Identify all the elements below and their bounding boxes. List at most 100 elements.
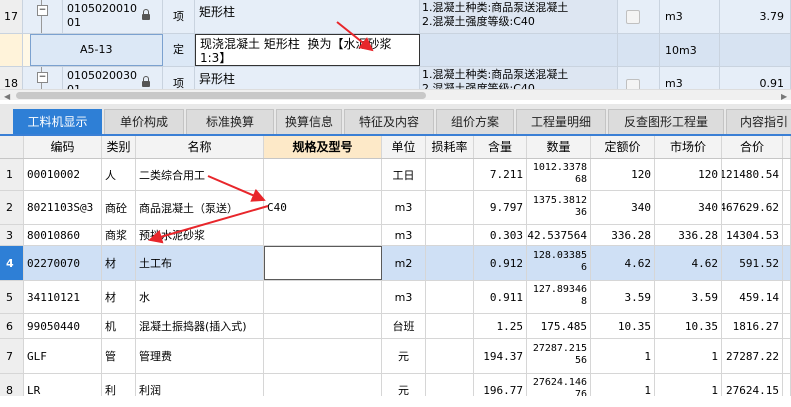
name-cell[interactable]: 混凝土振捣器(插入式) [136,314,264,338]
quantity-cell[interactable]: 27624.146 76 [527,374,591,396]
content-cell[interactable]: 0.303 [474,225,527,245]
header-total[interactable]: 合价 [722,136,783,158]
content-cell[interactable]: 194.37 [474,339,527,373]
collapse-icon[interactable]: − [37,5,48,16]
header-category[interactable]: 类别 [102,136,136,158]
market-price-cell[interactable]: 1 [655,339,722,373]
market-price-cell[interactable]: 340 [655,191,722,224]
quota-price-cell[interactable]: 120 [591,159,655,190]
name-cell[interactable]: 利润 [136,374,264,396]
unit-cell[interactable]: 工日 [382,159,426,190]
content-cell[interactable]: 7.211 [474,159,527,190]
quota-price-cell[interactable]: 340 [591,191,655,224]
total-cell[interactable]: 467629.62 [722,191,783,224]
name-cell[interactable]: 二类综合用工 [136,159,264,190]
market-price-cell[interactable]: 120 [655,159,722,190]
code-cell[interactable]: 00010002 [24,159,102,190]
code-cell[interactable]: 80010860 [24,225,102,245]
unit-cell[interactable]: m2 [382,246,426,280]
resource-row[interactable]: 4 02270070 材土工布 m2 0.912 128.03385 6 4.62 4.62 5… [0,246,791,281]
quantity-cell[interactable]: 127.89346 8 [527,281,591,313]
total-cell[interactable]: 1816.27 [722,314,783,338]
code-cell[interactable]: LR [24,374,102,396]
content-cell[interactable]: 196.77 [474,374,527,396]
scroll-right-icon[interactable]: ▶ [781,92,787,100]
item-row-17[interactable]: 17 − 0105020010 01 项 矩形柱 1.混凝土种类:商品泵送混凝土… [0,0,791,34]
quota-price-cell[interactable]: 1 [591,339,655,373]
quota-row[interactable]: A5-13 定 现浇混凝土 矩形柱 换为【水泥砂浆 1:3】 10m3 [0,34,791,67]
tree-toggle[interactable]: − [23,0,63,33]
total-cell[interactable]: 459.14 [722,281,783,313]
loss-rate-cell[interactable] [426,191,474,224]
category-cell[interactable]: 管 [102,339,136,373]
quota-price-cell[interactable]: 1 [591,374,655,396]
tab-labor-material-machine[interactable]: 工料机显示 [13,109,102,134]
spec-cell[interactable] [264,246,382,280]
market-price-cell[interactable]: 3.59 [655,281,722,313]
resource-row[interactable]: 3 80010860 商浆 预拌水泥砂浆 m3 0.303 42.537564 336.28 3… [0,225,791,246]
header-spec[interactable]: 规格及型号 [264,136,382,158]
unit-cell[interactable]: m3 [382,191,426,224]
market-price-cell[interactable]: 10.35 [655,314,722,338]
spec-cell[interactable] [264,225,382,245]
tab-conversion-info[interactable]: 换算信息 [276,109,342,134]
unit-cell[interactable]: 元 [382,374,426,396]
code-cell[interactable]: 99050440 [24,314,102,338]
top-horizontal-scrollbar[interactable]: ◀ ▶ [0,89,791,100]
category-cell[interactable]: 商浆 [102,225,136,245]
content-cell[interactable]: 0.911 [474,281,527,313]
total-cell[interactable]: 121480.54 [722,159,783,190]
quantity-cell[interactable]: 175.485 [527,314,591,338]
resource-row[interactable]: 2 8021103S@3 商砼 商品混凝土（泵送） C40 m3 9.797 1375.381… [0,191,791,225]
spec-cell[interactable] [264,339,382,373]
loss-rate-cell[interactable] [426,374,474,396]
name-cell[interactable]: 土工布 [136,246,264,280]
resource-row[interactable]: 6 99050440 机混凝土振捣器(插入式) 台班 1.25 175.485 10.35 1… [0,314,791,339]
header-quota-price[interactable]: 定额价 [591,136,655,158]
name-cell[interactable]: 管理费 [136,339,264,373]
content-cell[interactable]: 0.912 [474,246,527,280]
quantity-cell[interactable]: 27287.215 56 [527,339,591,373]
loss-rate-cell[interactable] [426,281,474,313]
scroll-left-icon[interactable]: ◀ [4,92,10,100]
category-cell[interactable]: 材 [102,246,136,280]
loss-rate-cell[interactable] [426,339,474,373]
spec-cell[interactable] [264,374,382,396]
code-cell[interactable]: 02270070 [24,246,102,280]
name-cell[interactable]: 商品混凝土（泵送） [136,191,264,224]
item-checkbox[interactable] [618,0,660,33]
scrollbar-thumb[interactable] [16,92,426,99]
tab-features-content[interactable]: 特征及内容 [344,109,434,134]
header-content[interactable]: 含量 [474,136,527,158]
category-cell[interactable]: 人 [102,159,136,190]
unit-cell[interactable]: m3 [382,225,426,245]
total-cell[interactable]: 14304.53 [722,225,783,245]
tab-pricing-scheme[interactable]: 组价方案 [436,109,514,134]
header-code[interactable]: 编码 [24,136,102,158]
quantity-cell[interactable]: 1012.3378 68 [527,159,591,190]
code-cell[interactable]: 8021103S@3 [24,191,102,224]
tab-content-guide[interactable]: 内容指引 [726,109,791,134]
tab-quantity-detail[interactable]: 工程量明细 [516,109,606,134]
loss-rate-cell[interactable] [426,225,474,245]
category-cell[interactable]: 机 [102,314,136,338]
quota-price-cell[interactable]: 10.35 [591,314,655,338]
code-cell[interactable]: GLF [24,339,102,373]
loss-rate-cell[interactable] [426,314,474,338]
spec-cell[interactable]: C40 [264,191,382,224]
quota-price-cell[interactable]: 3.59 [591,281,655,313]
quantity-cell[interactable]: 1375.3812 36 [527,191,591,224]
checkbox-icon[interactable] [626,10,640,24]
market-price-cell[interactable]: 1 [655,374,722,396]
loss-rate-cell[interactable] [426,246,474,280]
resource-row[interactable]: 5 34110121 材水 m3 0.911 127.89346 8 3.59 3.59 459… [0,281,791,314]
spec-cell[interactable] [264,314,382,338]
resource-row[interactable]: 1 00010002 人二类综合用工 工日 7.211 1012.3378 68 120 12… [0,159,791,191]
spec-cell[interactable] [264,281,382,313]
header-name[interactable]: 名称 [136,136,264,158]
total-cell[interactable]: 591.52 [722,246,783,280]
category-cell[interactable]: 商砼 [102,191,136,224]
code-cell[interactable]: 34110121 [24,281,102,313]
spec-cell[interactable] [264,159,382,190]
name-cell[interactable]: 水 [136,281,264,313]
